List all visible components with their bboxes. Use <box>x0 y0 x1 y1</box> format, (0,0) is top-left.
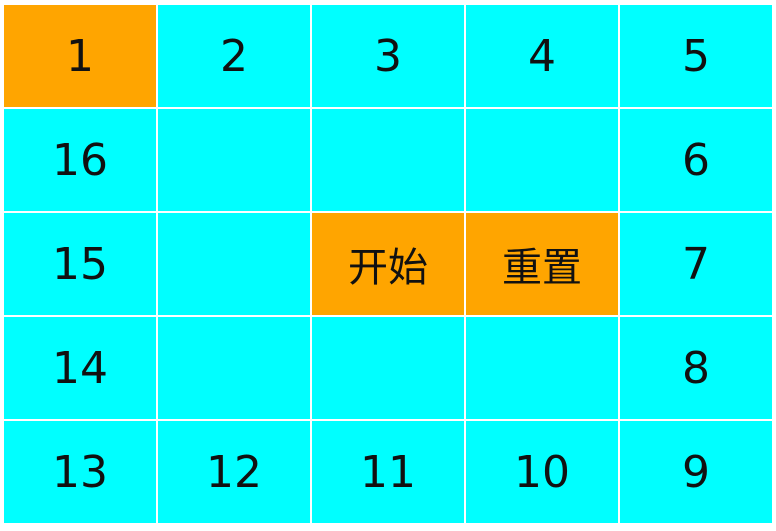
prize-cell-14: 14 <box>4 317 156 419</box>
prize-cell-15: 15 <box>4 213 156 315</box>
prize-cell-10: 10 <box>466 421 618 523</box>
prize-cell-12: 12 <box>158 421 310 523</box>
prize-cell-16: 16 <box>4 109 156 211</box>
prize-cell-1: 1 <box>4 5 156 107</box>
prize-cell-11: 11 <box>312 421 464 523</box>
empty-cell <box>158 109 310 211</box>
empty-cell <box>158 317 310 419</box>
empty-cell <box>312 317 464 419</box>
lottery-board: 1 2 3 4 5 16 6 15 开始 重置 7 14 8 13 12 11 … <box>4 5 772 523</box>
prize-cell-9: 9 <box>620 421 772 523</box>
prize-cell-13: 13 <box>4 421 156 523</box>
start-button[interactable]: 开始 <box>312 213 464 315</box>
empty-cell <box>466 109 618 211</box>
empty-cell <box>158 213 310 315</box>
prize-cell-3: 3 <box>312 5 464 107</box>
empty-cell <box>312 109 464 211</box>
prize-cell-6: 6 <box>620 109 772 211</box>
prize-cell-2: 2 <box>158 5 310 107</box>
reset-button[interactable]: 重置 <box>466 213 618 315</box>
prize-cell-8: 8 <box>620 317 772 419</box>
prize-cell-5: 5 <box>620 5 772 107</box>
empty-cell <box>466 317 618 419</box>
prize-cell-7: 7 <box>620 213 772 315</box>
prize-cell-4: 4 <box>466 5 618 107</box>
